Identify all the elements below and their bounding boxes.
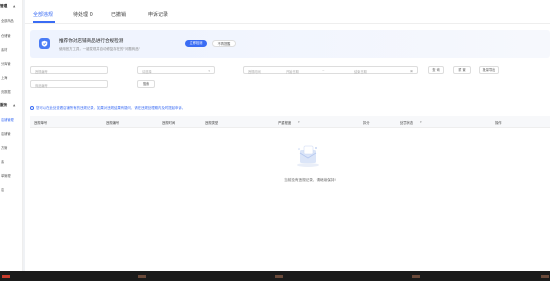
active-tab-indicator	[33, 21, 55, 23]
column-header: 违规时间	[162, 121, 176, 125]
detect-now-button[interactable]: 立即检测	[185, 40, 207, 47]
sidebar-item[interactable]: 方管	[1, 145, 19, 150]
sidebar-item[interactable]: 上海	[1, 75, 19, 80]
product-id-input[interactable]: 商品编号	[30, 80, 108, 88]
sidebar-item[interactable]: 页数据	[1, 89, 19, 94]
info-icon	[30, 106, 34, 110]
sort-icon[interactable]: ▾	[298, 120, 300, 124]
taskbar-app-icon[interactable]	[2, 275, 10, 278]
column-header: 违规单号	[34, 121, 48, 125]
column-header: 违规编号	[106, 121, 120, 125]
chevron-up-icon: ▲	[13, 103, 16, 107]
banner-description: 使用官方工具，一键发现并自动修复存在的"问题商品"	[59, 47, 141, 51]
tab-pending[interactable]: 待处理 0	[73, 11, 93, 18]
info-tip: 您可以在此处查看店铺所有的违规记录，如果对违规结果有疑问，请在违规处理期内及时提…	[30, 105, 185, 110]
sidebar-group-2[interactable]: 服务 ▲	[0, 103, 23, 108]
tab-bar: 全部违规 待处理 0 已撤销 申诉记录	[25, 0, 550, 24]
sidebar-item[interactable]: 店	[1, 187, 19, 192]
main-content: 全部违规 待处理 0 已撤销 申诉记录 推荐你对店铺商品进行合规检测 使用官方工…	[25, 0, 550, 271]
search-button[interactable]: 搜索	[137, 80, 155, 88]
dismiss-button[interactable]: 不再提醒	[212, 40, 236, 47]
date-range-picker[interactable]: 违规时间 开始日期 ~ 结束日期 ▣	[243, 66, 418, 74]
violation-id-input[interactable]: 违规编号	[30, 66, 108, 74]
sidebar-item[interactable]: 素材	[1, 47, 19, 52]
column-header[interactable]: 处罚状态	[400, 120, 413, 125]
column-header: 违规类型	[205, 121, 219, 125]
taskbar-app-icon[interactable]	[412, 275, 420, 278]
tab-revoked[interactable]: 已撤销	[111, 11, 126, 18]
tab-appeal[interactable]: 申诉记录	[148, 11, 168, 18]
type-select[interactable]: 请选择 ▾	[137, 66, 215, 74]
compliance-banner: 推荐你对店铺商品进行合规检测 使用官方工具，一键发现并自动修复存在的"问题商品"…	[30, 30, 550, 58]
column-header: 操作	[495, 121, 502, 125]
taskbar-app-icon[interactable]	[138, 275, 146, 278]
filter-icon[interactable]: ▾	[420, 120, 422, 124]
taskbar-app-icon[interactable]	[275, 275, 283, 278]
taskbar	[0, 271, 550, 281]
sidebar-item[interactable]: 店铺管理	[1, 117, 19, 122]
tab-all[interactable]: 全部违规	[33, 11, 53, 18]
query-button[interactable]: 查 询	[428, 66, 444, 74]
sidebar-group-label: 管理	[0, 4, 8, 8]
sidebar-group-1[interactable]: 管理 ▲	[0, 4, 23, 9]
sidebar-item[interactable]: 仓储管	[1, 33, 19, 38]
taskbar-app-icon[interactable]	[541, 275, 549, 278]
empty-state-text: 当前没有违规记录，请继续保持!	[284, 178, 336, 182]
chevron-down-icon: ▾	[208, 68, 210, 73]
empty-inbox-icon	[295, 144, 321, 168]
reset-button[interactable]: 重 置	[453, 66, 471, 74]
sidebar-item[interactable]: 分库管	[1, 61, 19, 66]
export-button[interactable]: 批量导出	[479, 66, 499, 74]
sidebar-item[interactable]: 全部商品	[1, 18, 19, 23]
sidebar-item[interactable]: 素	[1, 159, 19, 164]
banner-title: 推荐你对店铺商品进行合规检测	[59, 39, 124, 44]
table-header: 违规单号 违规编号 违规时间 违规类型 严重程度 ▾ 扣分 处罚状态 ▾ 操作	[30, 116, 550, 128]
sidebar-group-label: 服务	[0, 103, 8, 107]
sidebar: 管理 ▲ 全部商品 仓储管 素材 分库管 上海 页数据 服务 ▲ 店铺管理 店铺…	[0, 0, 23, 271]
column-header: 扣分	[363, 121, 370, 125]
sidebar-item[interactable]: 店铺管	[1, 131, 19, 136]
column-header[interactable]: 严重程度	[278, 120, 291, 125]
chevron-up-icon: ▲	[13, 4, 16, 8]
sidebar-item[interactable]: 单管理	[1, 173, 19, 178]
shield-icon	[39, 38, 50, 49]
calendar-icon: ▣	[409, 68, 413, 73]
